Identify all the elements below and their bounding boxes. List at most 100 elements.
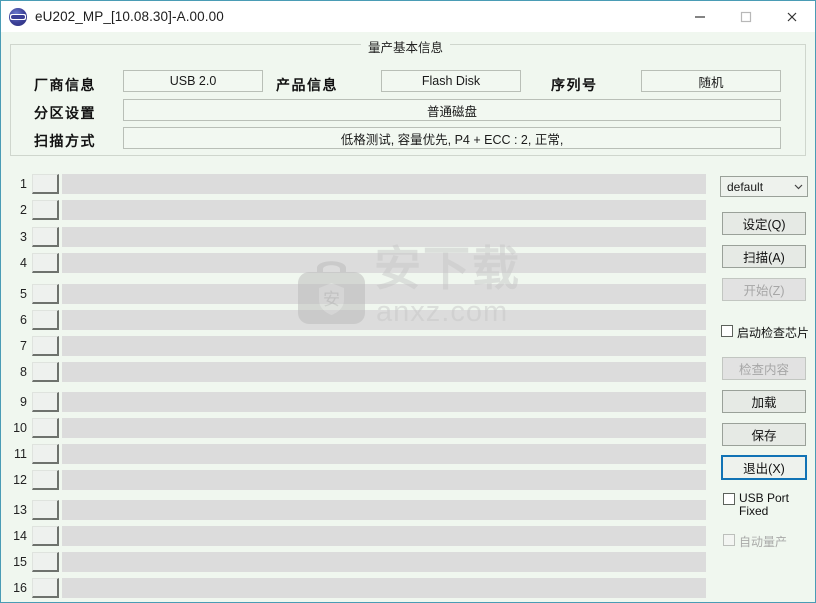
device-row[interactable]: 10 xyxy=(1,418,711,440)
serial-field[interactable]: 随机 xyxy=(641,70,781,92)
device-row-status-box xyxy=(32,444,59,464)
auto-mass-production-label: 自动量产 xyxy=(739,535,788,549)
device-row[interactable]: 6 xyxy=(1,310,711,332)
device-row-progress-bar xyxy=(62,227,706,247)
device-row-status-box xyxy=(32,526,59,546)
close-button[interactable] xyxy=(769,1,815,32)
control-panel: default 设定(Q) 扫描(A) 开始(Z) 启动检查芯片 检查内容 加载… xyxy=(715,167,815,603)
scan-mode-label: 扫描方式 xyxy=(34,133,96,149)
vendor-field[interactable]: USB 2.0 xyxy=(123,70,263,92)
device-row-index: 15 xyxy=(13,555,27,569)
device-row-status-box xyxy=(32,392,59,412)
device-row-progress-bar xyxy=(62,253,706,273)
device-row-index: 11 xyxy=(14,447,27,461)
device-row-status-box xyxy=(32,200,59,220)
save-button[interactable]: 保存 xyxy=(722,423,806,446)
check-content-button: 检查内容 xyxy=(722,357,806,380)
usb-port-fixed-label: USB Port Fixed xyxy=(739,491,790,518)
boot-check-chip-label: 启动检查芯片 xyxy=(737,326,810,340)
exit-button[interactable]: 退出(X) xyxy=(721,455,807,480)
device-row[interactable]: 14 xyxy=(1,526,711,548)
vendor-label: 厂商信息 xyxy=(34,77,96,93)
device-row[interactable]: 12 xyxy=(1,470,711,492)
device-row-status-box xyxy=(32,552,59,572)
chevron-down-icon xyxy=(789,181,807,192)
device-row[interactable]: 8 xyxy=(1,362,711,384)
device-row-progress-bar xyxy=(62,552,706,572)
load-button[interactable]: 加载 xyxy=(722,390,806,413)
device-row-status-box xyxy=(32,310,59,330)
device-row-index: 13 xyxy=(13,503,27,517)
app-logo-icon xyxy=(9,7,27,26)
device-row-progress-bar xyxy=(62,310,706,330)
device-row-progress-bar xyxy=(62,500,706,520)
device-row[interactable]: 16 xyxy=(1,578,711,600)
device-row-progress-bar xyxy=(62,526,706,546)
device-row[interactable]: 15 xyxy=(1,552,711,574)
device-row-progress-bar xyxy=(62,578,706,598)
device-row-progress-bar xyxy=(62,174,706,194)
scan-button[interactable]: 扫描(A) xyxy=(722,245,806,268)
device-row[interactable]: 9 xyxy=(1,392,711,414)
scan-mode-field[interactable]: 低格测试, 容量优先, P4 + ECC : 2, 正常, xyxy=(123,127,781,149)
device-row[interactable]: 3 xyxy=(1,227,711,249)
device-row[interactable]: 13 xyxy=(1,500,711,522)
start-button: 开始(Z) xyxy=(722,278,806,301)
window-title: eU202_MP_[10.08.30]-A.00.00 xyxy=(35,9,224,24)
device-row[interactable]: 1 xyxy=(1,174,711,196)
device-row-index: 9 xyxy=(20,395,27,409)
device-row[interactable]: 4 xyxy=(1,253,711,275)
device-row[interactable]: 5 xyxy=(1,284,711,306)
checkbox-box xyxy=(723,493,735,505)
boot-check-chip-checkbox[interactable]: 启动检查芯片 xyxy=(721,324,809,341)
device-row-index: 16 xyxy=(13,581,27,595)
device-row-status-box xyxy=(32,253,59,273)
usb-port-fixed-checkbox[interactable]: USB Port Fixed xyxy=(723,492,813,518)
device-row-status-box xyxy=(32,470,59,490)
device-row-progress-bar xyxy=(62,444,706,464)
window-controls xyxy=(677,1,815,32)
device-row-status-box xyxy=(32,418,59,438)
device-row[interactable]: 11 xyxy=(1,444,711,466)
checkbox-box xyxy=(723,534,735,546)
device-row-progress-bar xyxy=(62,336,706,356)
device-row-index: 1 xyxy=(20,177,27,191)
device-row-index: 6 xyxy=(20,313,27,327)
device-row-index: 10 xyxy=(13,421,27,435)
device-row-status-box xyxy=(32,336,59,356)
device-row-index: 7 xyxy=(20,339,27,353)
device-row-progress-bar xyxy=(62,470,706,490)
device-row-status-box xyxy=(32,227,59,247)
product-field[interactable]: Flash Disk xyxy=(381,70,521,92)
maximize-button[interactable] xyxy=(723,1,769,32)
minimize-button[interactable] xyxy=(677,1,723,32)
device-row-progress-bar xyxy=(62,284,706,304)
device-row-progress-bar xyxy=(62,418,706,438)
basic-info-form: 厂商信息 USB 2.0 产品信息 Flash Disk 序列号 随机 分区设置… xyxy=(10,44,806,156)
device-row[interactable]: 2 xyxy=(1,200,711,222)
device-row-status-box xyxy=(32,362,59,382)
set-button[interactable]: 设定(Q) xyxy=(722,212,806,235)
partition-label: 分区设置 xyxy=(34,105,96,121)
partition-field[interactable]: 普通磁盘 xyxy=(123,99,781,121)
device-row-index: 3 xyxy=(20,230,27,244)
device-row-index: 4 xyxy=(20,256,27,270)
checkbox-box xyxy=(721,325,733,337)
title-bar: eU202_MP_[10.08.30]-A.00.00 xyxy=(1,1,815,32)
device-row-index: 14 xyxy=(13,529,27,543)
device-row-progress-bar xyxy=(62,362,706,382)
device-row-status-box xyxy=(32,578,59,598)
device-row-status-box xyxy=(32,284,59,304)
application-window: eU202_MP_[10.08.30]-A.00.00 量产基本信息 厂商信息 … xyxy=(0,0,816,603)
serial-label: 序列号 xyxy=(551,77,598,93)
device-row[interactable]: 7 xyxy=(1,336,711,358)
device-row-index: 8 xyxy=(20,365,27,379)
profile-select[interactable]: default xyxy=(720,176,808,197)
device-list: 1 2 3 4 5 6 7 8 9 10 11 12 13 14 15 16 xyxy=(1,167,711,603)
auto-mass-production-checkbox: 自动量产 xyxy=(723,533,787,550)
device-row-index: 2 xyxy=(20,203,27,217)
device-row-progress-bar xyxy=(62,200,706,220)
device-row-index: 5 xyxy=(20,287,27,301)
device-row-index: 12 xyxy=(13,473,27,487)
device-row-progress-bar xyxy=(62,392,706,412)
